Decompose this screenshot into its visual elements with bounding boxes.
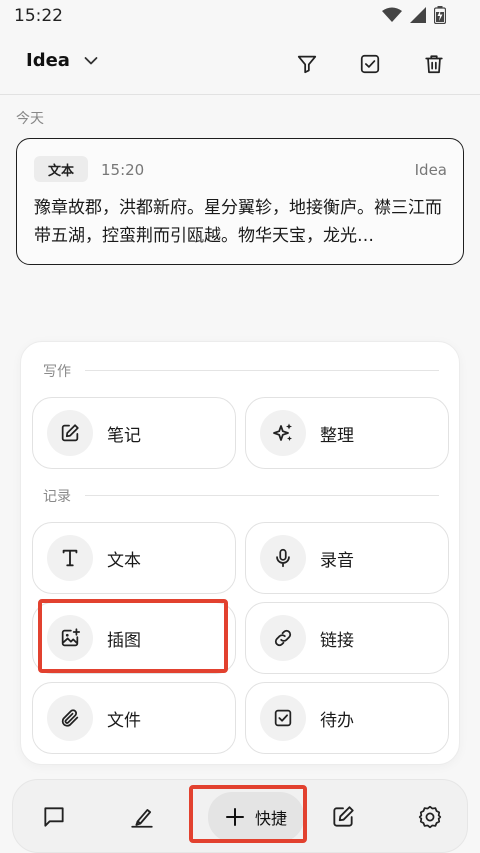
quick-todo-label: 待办 — [320, 710, 354, 731]
select-button[interactable] — [356, 50, 384, 78]
top-bar: Idea — [0, 34, 480, 94]
quick-file-button[interactable]: 文件 — [32, 682, 236, 754]
quick-organize-button[interactable]: 整理 — [245, 397, 449, 469]
edit-icon — [330, 804, 356, 830]
wifi-icon — [382, 7, 402, 23]
quick-record-label: 录音 — [320, 550, 354, 571]
note-edit-icon — [47, 410, 93, 456]
date-section-label: 今天 — [16, 111, 44, 127]
text-icon — [47, 535, 93, 581]
bottom-nav: 快捷 — [12, 779, 468, 853]
note-notebook-tag: Idea — [414, 161, 447, 179]
filter-button[interactable] — [293, 50, 321, 78]
checkbox-icon — [260, 695, 306, 741]
pen-icon — [129, 804, 155, 830]
chevron-down-icon — [84, 56, 98, 66]
notebook-title: Idea — [26, 50, 70, 71]
delete-button[interactable] — [420, 50, 448, 78]
header-divider — [0, 94, 480, 95]
quick-organize-label: 整理 — [320, 425, 354, 446]
section-divider — [85, 495, 439, 496]
filter-icon — [296, 53, 318, 75]
section-label-record: 记录 — [43, 489, 71, 505]
quick-button[interactable]: 快捷 — [208, 792, 304, 842]
chat-button[interactable] — [39, 802, 69, 832]
checkbox-icon — [359, 53, 381, 75]
quick-note-label: 笔记 — [107, 425, 141, 446]
quick-image-label: 插图 — [107, 630, 141, 651]
settings-button[interactable] — [415, 802, 445, 832]
pen-button[interactable] — [127, 802, 157, 832]
quick-link-label: 链接 — [320, 630, 354, 651]
quick-text-button[interactable]: 文本 — [32, 522, 236, 594]
quick-note-button[interactable]: 笔记 — [32, 397, 236, 469]
paperclip-icon — [47, 695, 93, 741]
quick-todo-button[interactable]: 待办 — [245, 682, 449, 754]
quick-button-label: 快捷 — [254, 809, 287, 828]
app-screen: 15:22 Idea 今天 文本 15:20 Idea 豫章故郡，洪都新府。星分… — [0, 0, 480, 853]
signal-icon — [410, 7, 426, 23]
plus-icon — [225, 807, 245, 827]
notebook-selector[interactable]: Idea — [26, 50, 98, 71]
trash-icon — [423, 53, 445, 75]
quick-record-button[interactable]: 录音 — [245, 522, 449, 594]
chat-icon — [41, 804, 67, 830]
note-type-badge: 文本 — [34, 156, 88, 182]
note-preview: 豫章故郡，洪都新府。星分翼轸，地接衡庐。襟三江而带五湖，控蛮荆而引瓯越。物华天宝… — [34, 198, 442, 246]
quick-file-label: 文件 — [107, 710, 141, 731]
link-icon — [260, 615, 306, 661]
microphone-icon — [260, 535, 306, 581]
status-bar: 15:22 — [0, 0, 480, 34]
sparkle-icon — [260, 410, 306, 456]
section-divider — [85, 370, 439, 371]
section-label-writing: 写作 — [43, 364, 71, 380]
quick-image-button[interactable]: 插图 — [32, 602, 236, 674]
quick-link-button[interactable]: 链接 — [245, 602, 449, 674]
battery-icon — [434, 6, 446, 24]
status-time: 15:22 — [14, 6, 63, 26]
status-icons — [382, 6, 446, 24]
quick-create-panel: 写作 笔记 整理 记录 文本 录音 插图 链接 文件 待办 — [20, 341, 460, 765]
write-button[interactable] — [328, 802, 358, 832]
note-time: 15:20 — [101, 161, 145, 179]
gear-icon — [417, 804, 443, 830]
quick-text-label: 文本 — [107, 550, 141, 571]
note-card[interactable]: 文本 15:20 Idea 豫章故郡，洪都新府。星分翼轸，地接衡庐。襟三江而带五… — [16, 138, 464, 265]
image-add-icon — [47, 615, 93, 661]
